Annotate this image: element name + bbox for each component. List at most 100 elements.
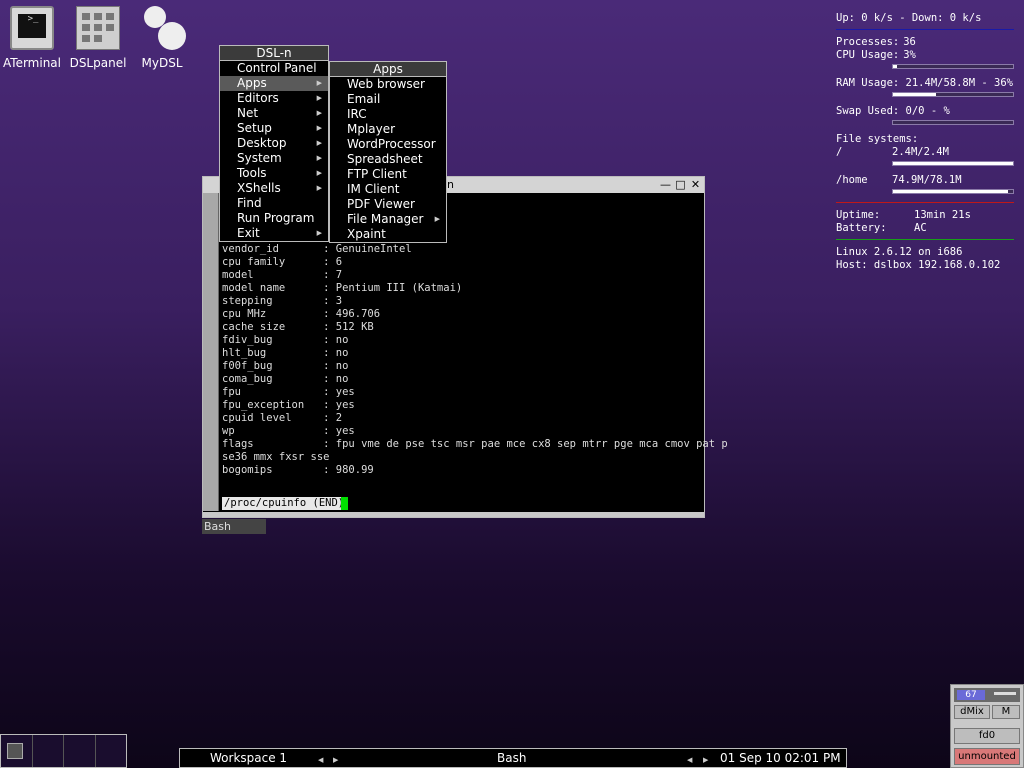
menu-item-find[interactable]: Find [220,196,328,211]
mydsl-desktop-icon[interactable]: MyDSL [132,6,192,70]
submenu-arrow-icon: ▶ [316,79,322,87]
volume-slider[interactable] [994,692,1016,695]
terminal-line: cpuid level : 2 [222,412,343,424]
terminal-line: vendor_id : GenuineIntel [222,243,412,255]
volume-mixer[interactable]: 67 [954,688,1020,702]
fs-root-mount: / [836,146,843,158]
menu-item-run-program[interactable]: Run Program [220,211,328,226]
processes-label: Processes: [836,36,900,48]
menu-item-label: Setup [237,121,272,135]
processes-value: 36 [903,36,916,48]
workspace-4[interactable] [96,735,127,767]
menu-item-label: FTP Client [347,167,407,181]
workspace-pager [0,734,127,768]
maximize-icon[interactable]: □ [674,178,687,191]
fs-root-value: 2.4M/2.4M [892,146,949,158]
workspace-2[interactable] [33,735,64,767]
menu-item-label: IRC [347,107,367,121]
divider [836,202,1014,203]
scrollbar[interactable] [203,193,219,511]
dslpanel-desktop-icon[interactable]: DSLpanel [68,6,128,70]
divider [836,239,1014,240]
terminal-line: model : 7 [222,269,343,281]
menu-item-control-panel[interactable]: Control Panel [220,61,328,76]
apps-item-irc[interactable]: IRC [330,107,446,122]
menu-item-desktop[interactable]: Desktop ▶ [220,136,328,151]
workspace-3[interactable] [64,735,96,767]
menu-item-label: System [237,151,282,165]
next-workspace-icon[interactable]: ▶ [333,752,338,768]
window-bottom-border[interactable] [203,512,704,517]
filesystems-label: File systems: [836,133,919,145]
task-button[interactable]: Bash [497,750,526,766]
aterminal-desktop-icon[interactable]: >_ ATerminal [2,6,62,70]
submenu-arrow-icon: ▶ [316,124,322,132]
floppy-mount-button[interactable]: fd0 [954,728,1020,744]
apps-item-web-browser[interactable]: Web browser [330,77,446,92]
menu-title: DSL-n [220,46,328,61]
cpu-value: 3% [903,49,916,61]
workspace-1[interactable] [1,735,33,767]
workspace-label[interactable]: Workspace 1 [210,750,287,766]
apps-item-mplayer[interactable]: Mplayer [330,122,446,137]
battery-label: Battery: [836,222,887,234]
menu-item-tools[interactable]: Tools ▶ [220,166,328,181]
apps-item-wordprocessor[interactable]: WordProcessor [330,137,446,152]
terminal-line: cache size : 512 KB [222,321,374,333]
apps-item-file-manager[interactable]: File Manager ▶ [330,212,446,227]
terminal-output: processor : 0vendor_id : GenuineIntelcpu… [222,230,728,477]
terminal-line: f00f_bug : no [222,360,349,372]
mixer-button[interactable]: dMix [954,705,990,719]
submenu-arrow-icon: ▶ [316,169,322,177]
terminal-line: cpu MHz : 496.706 [222,308,381,320]
terminal-line: fdiv_bug : no [222,334,349,346]
system-monitor: Up: 0 k/s - Down: 0 k/s Processes: 36 CPU… [836,12,1014,272]
menu-item-net[interactable]: Net ▶ [220,106,328,121]
apps-item-ftp-client[interactable]: FTP Client [330,167,446,182]
menu-item-editors[interactable]: Editors ▶ [220,91,328,106]
desktop-icon-label: DSLpanel [69,56,127,70]
host-info: Host: dslbox 192.168.0.102 [836,259,1001,271]
terminal-line: stepping : 3 [222,295,343,307]
apps-item-email[interactable]: Email [330,92,446,107]
menu-item-label: Spreadsheet [347,152,423,166]
submenu-arrow-icon: ▶ [316,229,322,237]
terminal-line: cpu family : 6 [222,256,343,268]
cpu-bar [892,64,1014,69]
menu-item-setup[interactable]: Setup ▶ [220,121,328,136]
volume-level: 67 [957,690,985,700]
menu-item-exit[interactable]: Exit ▶ [220,226,328,241]
menu-item-label: PDF Viewer [347,197,415,211]
minimize-icon[interactable]: — [659,178,672,191]
apps-item-pdf-viewer[interactable]: PDF Viewer [330,197,446,212]
gears-icon [140,6,186,50]
next-task-icon[interactable]: ▶ [703,752,708,768]
submenu-arrow-icon: ▶ [316,139,322,147]
ram-bar [892,92,1014,97]
menu-item-apps[interactable]: Apps ▶ [220,76,328,91]
window-tab[interactable]: Bash [202,519,266,534]
fs-home-value: 74.9M/78.1M [892,174,962,186]
menu-item-label: Xpaint [347,227,386,241]
menu-item-system[interactable]: System ▶ [220,151,328,166]
terminal-line: fpu : yes [222,386,355,398]
fs-home-mount: /home [836,174,868,186]
menu-item-label: Web browser [347,77,425,91]
terminal-line: model name : Pentium III (Katmai) [222,282,463,294]
apps-item-spreadsheet[interactable]: Spreadsheet [330,152,446,167]
mute-button[interactable]: M [992,705,1020,719]
mount-status[interactable]: unmounted [954,748,1020,765]
terminal-line: bogomips : 980.99 [222,464,374,476]
apps-item-xpaint[interactable]: Xpaint [330,227,446,242]
prev-workspace-icon[interactable]: ◀ [318,752,323,768]
divider [836,29,1014,30]
menu-item-label: WordProcessor [347,137,436,151]
close-icon[interactable]: ✕ [689,178,702,191]
menu-item-label: Find [237,196,262,210]
swap-bar [892,120,1014,125]
apps-item-im-client[interactable]: IM Client [330,182,446,197]
prev-task-icon[interactable]: ◀ [687,752,692,768]
menu-item-label: XShells [237,181,281,195]
terminal-line: coma_bug : no [222,373,349,385]
menu-item-xshells[interactable]: XShells ▶ [220,181,328,196]
